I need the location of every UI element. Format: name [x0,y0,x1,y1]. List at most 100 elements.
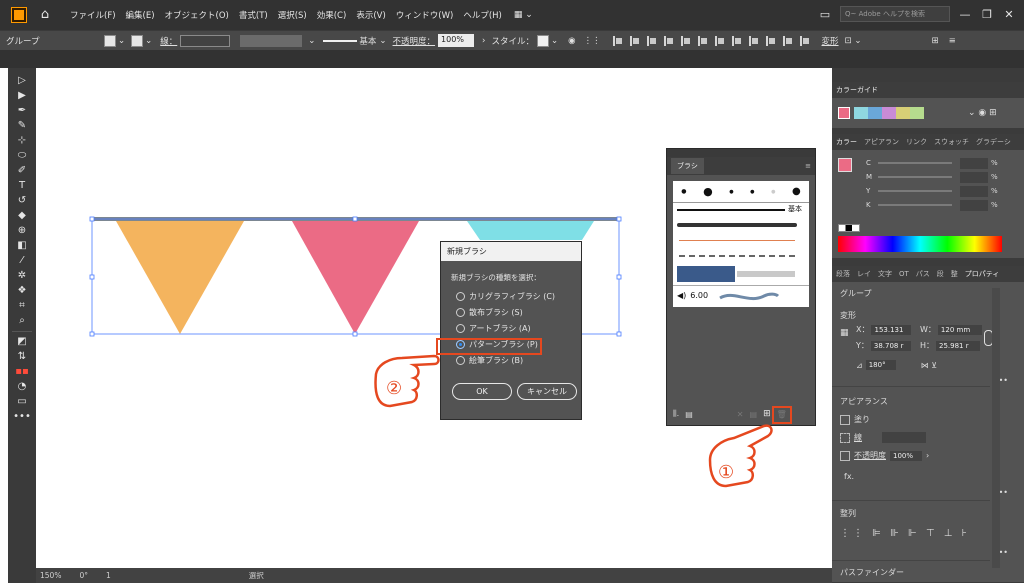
screen-mode-icon[interactable]: ▭ [12,395,32,409]
channel-input[interactable] [960,171,988,183]
color-mode-icon[interactable]: ▪▪ [12,365,32,379]
artboard-tool-icon[interactable]: ⌗ [12,299,32,313]
slider-track[interactable] [878,190,952,192]
calligraphic-brush-option[interactable]: カリグラフィブラシ (C) [456,288,581,304]
reference-point-icon[interactable]: ▦ [840,328,849,338]
selection-handle[interactable] [89,331,95,337]
selection-tool-icon[interactable]: ▷ [12,74,32,88]
w-input[interactable]: 120 mm [937,324,982,335]
harmony-dropdown-icon[interactable]: ⌄ ◉ ⊞ [968,108,997,118]
appearance-tab[interactable]: アピアラン [864,137,899,147]
brush-dot-icon[interactable]: ● [792,186,801,197]
yellow-slider[interactable]: Y % [866,184,1016,198]
brush-options-icon[interactable]: ▤ [750,410,758,419]
arrow-brush-row[interactable] [673,233,809,249]
selection-handle[interactable] [89,216,95,222]
edit-toolbar-icon[interactable]: ••• [12,410,32,424]
channel-input[interactable] [960,157,988,169]
step-tab[interactable]: 段 [937,269,944,279]
cancel-button[interactable]: キャンセル [517,383,577,400]
dashed-brush-row[interactable] [673,249,809,263]
links-tab[interactable]: リンク [906,137,927,147]
blend-tool-icon[interactable]: ❖ [12,284,32,298]
brush-dot-icon[interactable]: ● [729,189,733,195]
magenta-slider[interactable]: M % [866,170,1016,184]
selection-handle[interactable] [352,216,358,222]
gradient-tool-icon[interactable]: ◧ [12,239,32,253]
gradient-tab[interactable]: グラデーシ [976,137,1011,147]
y-input[interactable]: 38.708 r [870,340,911,351]
pen-tool-icon[interactable]: ✒ [12,104,32,118]
opentype-tab[interactable]: OT [899,270,909,278]
color-spectrum-bar[interactable] [838,236,1002,252]
brush-dot-icon[interactable]: ● [703,185,713,198]
flag-cyan[interactable] [467,221,594,240]
align-buttons-row[interactable]: ⋮⋮ ⊫ ⊪ ⊩ ⊤ ⊥ ⊦ [840,528,970,539]
brush-panel-grip[interactable] [667,149,815,157]
art-brush-option[interactable]: アートブラシ (A) [456,320,581,336]
bristle-brush-row[interactable]: ◀) 6.00 [673,285,809,305]
base-color-swatch[interactable] [838,107,850,119]
flag-pink[interactable] [292,221,419,334]
channel-input[interactable] [960,185,988,197]
cyan-slider[interactable]: C % [866,156,1016,170]
brush-panel-menu-icon[interactable]: ≡ [805,162,811,170]
slider-track[interactable] [878,162,952,164]
rotation-input[interactable]: 180° [865,360,896,370]
stroke-weight-field[interactable] [882,432,926,443]
flip-icons[interactable]: ⋈ ⊻ [921,361,937,370]
slider-track[interactable] [878,176,952,178]
fill-swatch-icon[interactable] [840,414,850,425]
radio-button[interactable] [456,355,465,365]
calligraphic-brush-row[interactable]: ● ● ● ● ● ● [673,181,809,203]
h-input[interactable]: 25.981 r [936,340,981,351]
rotate-tool-icon[interactable]: ↺ [12,194,32,208]
selection-handle[interactable] [352,331,358,337]
harmony-swatch[interactable] [882,107,896,119]
brush-dot-icon[interactable]: ● [750,189,754,195]
scatter-brush-option[interactable]: 散布ブラシ (S) [456,304,581,320]
align-tab[interactable]: 整 [951,269,958,279]
fill-stroke-swatches-icon[interactable]: ◩ [12,335,32,349]
character-tab[interactable]: 文字 [878,269,892,279]
black-slider[interactable]: K % [866,198,1016,212]
harmony-swatch[interactable] [896,107,910,119]
pattern-brush-row[interactable] [673,263,809,285]
paragraph-tab[interactable]: 段落 [836,269,850,279]
ok-button[interactable]: OK [452,383,512,400]
stroke-label[interactable]: 線 [854,432,862,443]
charcoal-brush-row[interactable] [673,217,809,233]
curvature-tool-icon[interactable]: ✎ [12,119,32,133]
zoom-level[interactable]: 150% [40,571,61,580]
fx-button[interactable]: fx. [844,472,854,481]
opacity-arrow-icon[interactable]: › [926,451,929,460]
none-white-black-swatches[interactable] [838,224,860,232]
layers-tab[interactable]: レイ [857,269,871,279]
color-tab[interactable]: カラー [836,137,857,147]
flag-orange[interactable] [116,221,244,334]
remove-brush-stroke-icon[interactable]: ✕ [737,410,744,419]
radio-button[interactable] [456,291,465,301]
selection-handle[interactable] [616,274,622,280]
selection-handle[interactable] [616,216,622,222]
opacity-input[interactable]: 100% [890,450,922,461]
radio-button[interactable] [456,307,465,317]
selection-handle[interactable] [616,331,622,337]
harmony-swatch[interactable] [910,107,924,119]
properties-tab[interactable]: プロパティ [965,269,1000,279]
paintbrush-tool-icon[interactable]: ✐ [12,164,32,178]
radio-button[interactable] [456,323,465,333]
swap-fill-stroke-icon[interactable]: ⇅ [12,350,32,364]
brush-dot-icon[interactable]: ● [771,189,775,195]
anchor-tool-icon[interactable]: ⊹ [12,134,32,148]
ellipse-tool-icon[interactable]: ⬭ [12,149,32,163]
brush-dot-icon[interactable]: ● [681,188,686,195]
eyedropper-tool-icon[interactable]: ⁄ [12,254,32,268]
swatches-tab[interactable]: スウォッチ [934,137,969,147]
eraser-tool-icon[interactable]: ◆ [12,209,32,223]
brush-library-list[interactable]: ● ● ● ● ● ● 基本 ◀) 6.00 [673,181,809,307]
pathfinder-tab[interactable]: パス [916,269,930,279]
slider-track[interactable] [878,204,952,206]
properties-scrollbar[interactable] [992,288,1000,568]
zoom-tool-icon[interactable]: ⌕ [12,314,32,328]
